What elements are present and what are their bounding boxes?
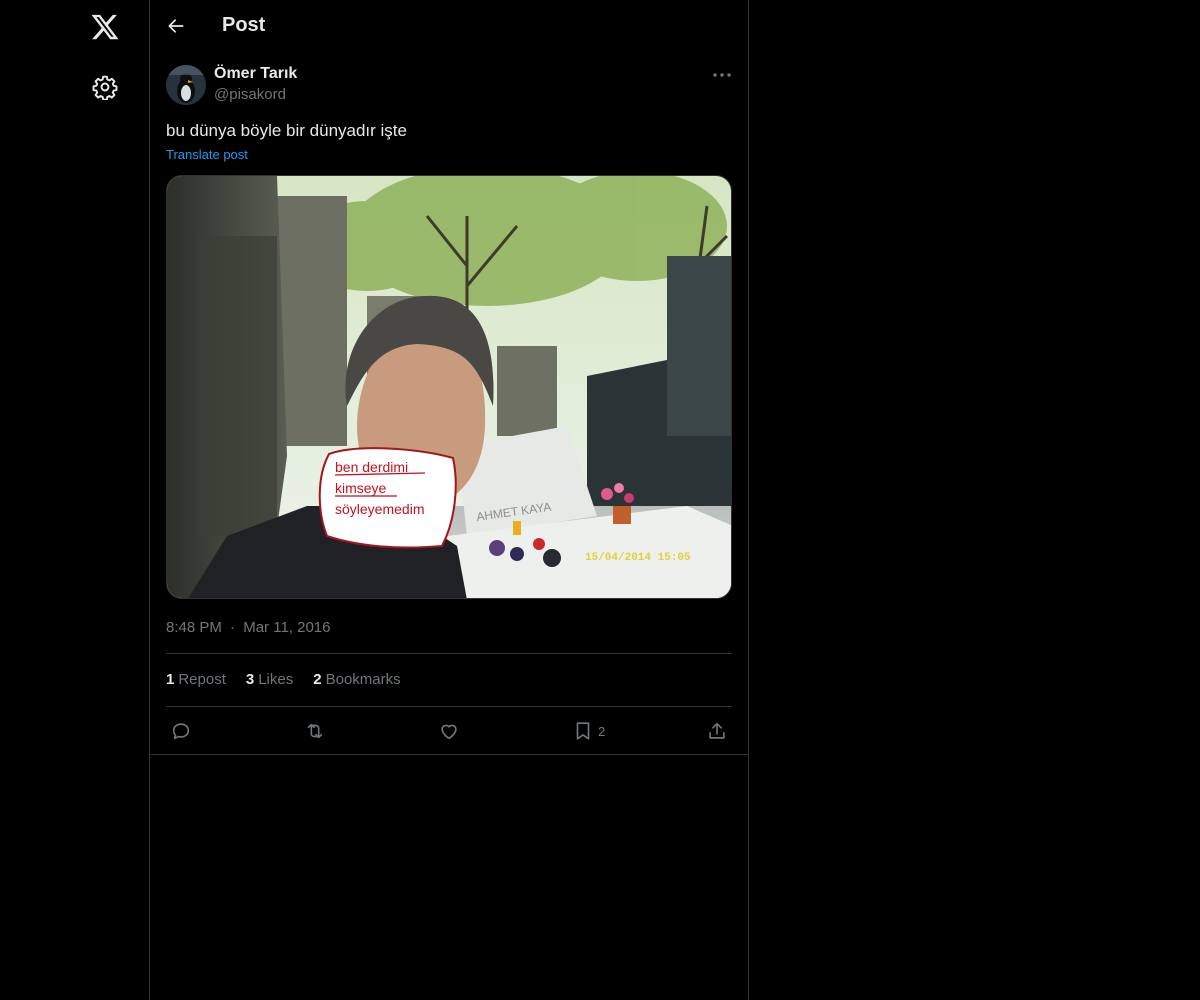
bookmark-button[interactable]: 2 — [572, 718, 605, 744]
divider — [166, 653, 732, 654]
engagement-stats: 1 Repost 3 Likes 2 Bookmarks — [166, 671, 401, 688]
heart-icon — [441, 724, 457, 740]
arrow-left-icon[interactable] — [166, 16, 188, 38]
main-column: Post Ömer Tarık @pisakord bu dünya böyle… — [149, 0, 749, 1000]
like-button[interactable] — [438, 718, 460, 744]
page-title: Post — [222, 14, 266, 36]
repost-icon — [307, 723, 323, 739]
bookmark-icon — [576, 722, 590, 740]
separator-dot: · — [230, 619, 236, 636]
left-navigation — [0, 0, 150, 1000]
translate-post-link[interactable]: Translate post — [166, 147, 248, 162]
post-time: 8:48 PM — [166, 619, 222, 636]
avatar[interactable] — [166, 65, 206, 105]
reply-button[interactable] — [170, 718, 192, 744]
gear-icon[interactable] — [92, 74, 118, 101]
post-timestamp[interactable]: 8:48 PM · Mar 11, 2016 — [166, 619, 331, 636]
x-logo-icon[interactable] — [90, 12, 120, 42]
author-handle[interactable]: @pisakord — [214, 86, 286, 103]
photo-caption-line-1: ben derdimi — [335, 459, 408, 475]
photo-date-stamp: 15/04/2014 15:05 — [585, 552, 691, 564]
share-icon — [709, 722, 725, 739]
page-header: Post — [150, 0, 748, 54]
bookmark-count: 2 — [598, 723, 606, 739]
bookmarks-stat[interactable]: 2 Bookmarks — [313, 671, 400, 688]
action-bar: 2 — [150, 712, 748, 750]
post-text: bu dünya böyle bir dünyadır işte — [166, 121, 407, 140]
likes-stat[interactable]: 3 Likes — [246, 671, 293, 688]
author-display-name[interactable]: Ömer Tarık — [214, 65, 297, 83]
share-button[interactable] — [706, 718, 728, 744]
photo-caption-line-3: söyleyemedim — [335, 501, 424, 517]
photo-caption-line-2: kimseye — [335, 480, 387, 496]
repost-button[interactable] — [304, 718, 326, 744]
reposts-stat[interactable]: 1 Repost — [166, 671, 226, 688]
post-date: Mar 11, 2016 — [243, 619, 331, 636]
post-photo[interactable]: ben derdimi kimseye söyleyemedim AHMET K… — [166, 175, 732, 599]
more-options-icon[interactable] — [710, 66, 734, 84]
divider — [150, 754, 748, 755]
divider — [166, 706, 732, 707]
reply-icon — [172, 723, 190, 740]
